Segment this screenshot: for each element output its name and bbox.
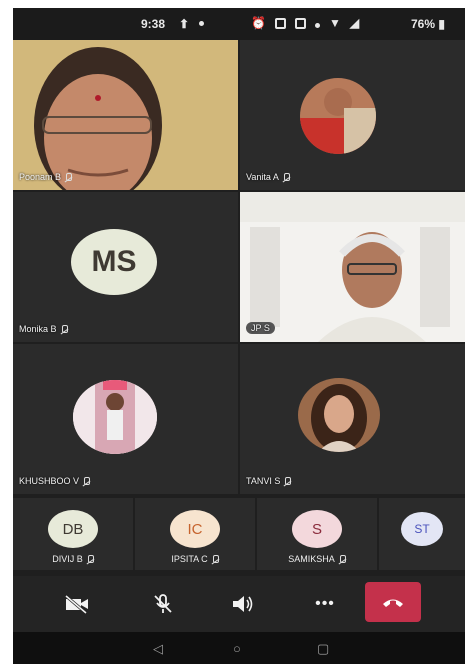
participant-name-poonam: Poonam B: [19, 172, 73, 182]
home-nav-button[interactable]: ○: [233, 641, 241, 656]
alarm-icon: ⏰: [251, 16, 266, 30]
vibrate-icon: [274, 17, 286, 29]
participant-name-label: Vanita A: [246, 172, 279, 182]
back-nav-button[interactable]: ◁: [153, 641, 163, 657]
video-off-icon: [65, 594, 88, 614]
video-tile-vanita[interactable]: Vanita A: [240, 40, 465, 190]
avatar-photo-khushboo: [73, 380, 157, 454]
participant-name-label: Poonam B: [19, 172, 62, 182]
participant-badge-jp: JP S: [246, 322, 275, 334]
mic-muted-icon: [82, 477, 91, 485]
participant-name-label: SAMIKSHA: [288, 554, 335, 564]
mic-muted-icon: [64, 173, 73, 181]
avatar-tanvi: [298, 378, 380, 452]
avatar-photo-vanita: [300, 78, 376, 154]
participant-name-label: Monika B: [19, 324, 57, 334]
avatar-khushboo: [73, 380, 157, 454]
avatar-initials-st: ST: [401, 512, 443, 546]
more-options-icon: •••: [315, 595, 335, 612]
status-left-icons: ⬆: [179, 17, 205, 31]
mini-tile-st[interactable]: ST: [379, 498, 465, 570]
camera-toggle-button[interactable]: [57, 584, 97, 624]
participant-name-label: IPSITA C: [171, 554, 208, 564]
call-controls-bar: •••: [13, 576, 465, 632]
video-tile-tanvi[interactable]: TANVI S: [240, 344, 465, 494]
participant-name-ipsita: IPSITA C: [135, 554, 255, 564]
battery-indicator: 76% ▮: [411, 17, 445, 31]
participant-name-vanita: Vanita A: [246, 172, 290, 182]
avatar-initials-divij: DB: [48, 510, 98, 548]
signal-icon: ◢: [349, 16, 360, 30]
status-time: 9:38: [141, 17, 166, 31]
recents-nav-button[interactable]: ▢: [317, 641, 329, 657]
end-call-button[interactable]: [365, 582, 421, 622]
participant-video-poonam: [13, 40, 238, 190]
phone-screen: 9:38 ⬆ ⏰ ▼ ◢ 76% ▮ Poonam B Vanita A MS …: [13, 8, 465, 664]
participant-name-label: DIVIJ B: [52, 554, 83, 564]
video-tile-poonam[interactable]: Poonam B: [13, 40, 238, 190]
participant-name-khushboo: KHUSHBOO V: [19, 476, 91, 486]
participant-badge-label: JP S: [251, 323, 270, 333]
status-bar: 9:38 ⬆ ⏰ ▼ ◢ 76% ▮: [13, 8, 465, 40]
avatar-initials-samiksha: S: [292, 510, 342, 548]
participant-video-jp: [240, 192, 465, 342]
avatar-initials-ipsita: IC: [170, 510, 220, 548]
wifi-icon: ▼: [328, 16, 341, 30]
participant-name-samiksha: SAMIKSHA: [257, 554, 377, 564]
mini-tile-divij[interactable]: DB DIVIJ B: [13, 498, 133, 570]
mini-tile-ipsita[interactable]: IC IPSITA C: [135, 498, 255, 570]
mic-muted-icon: [211, 555, 219, 563]
participant-name-label: KHUSHBOO V: [19, 476, 80, 486]
data-icon: [314, 22, 320, 28]
mic-muted-icon: [86, 555, 94, 563]
speaker-icon: [233, 596, 253, 612]
video-tile-monika[interactable]: MS Monika B: [13, 192, 238, 342]
mic-muted-icon: [282, 173, 290, 181]
speaker-button[interactable]: [223, 584, 263, 624]
battery-percent: 76%: [411, 17, 436, 31]
more-options-button[interactable]: •••: [305, 584, 345, 624]
system-navigation-bar: ◁ ○ ▢: [13, 632, 465, 664]
end-call-icon: [383, 599, 403, 607]
mic-off-icon: [154, 594, 172, 613]
status-right-icons: ⏰ ▼ ◢: [251, 16, 359, 30]
participant-name-divij: DIVIJ B: [13, 554, 133, 564]
video-tile-jp[interactable]: JP S: [240, 192, 465, 342]
mic-muted-icon: [60, 325, 68, 333]
avatar-initials-monika: MS: [71, 229, 157, 295]
participant-name-monika: Monika B: [19, 324, 68, 334]
participant-name-label: TANVI S: [246, 476, 281, 486]
mic-toggle-button[interactable]: [143, 584, 183, 624]
cast-icon: [294, 17, 306, 29]
participant-name-tanvi: TANVI S: [246, 476, 292, 486]
avatar-vanita: [300, 78, 376, 154]
mini-tile-samiksha[interactable]: S SAMIKSHA: [257, 498, 377, 570]
upload-icon: ⬆: [179, 17, 190, 31]
avatar-photo-tanvi: [298, 378, 380, 452]
video-tile-khushboo[interactable]: KHUSHBOO V: [13, 344, 238, 494]
notification-dot-icon: [199, 21, 205, 26]
mic-muted-icon: [338, 555, 346, 563]
mic-muted-icon: [283, 477, 292, 485]
